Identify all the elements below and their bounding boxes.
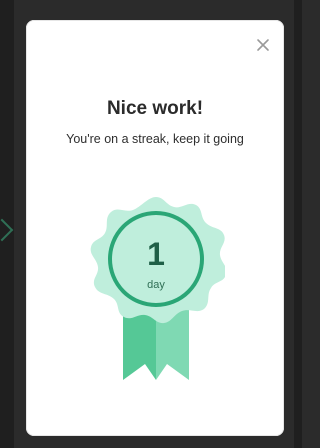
streak-count: 1 [147,236,165,272]
close-icon[interactable] [254,36,272,54]
streak-unit: day [147,279,165,291]
streak-badge: 1 day [87,190,225,390]
modal-subtitle: You're on a streak, keep it going [66,132,244,146]
right-edge [294,0,302,448]
modal-title: Nice work! [106,98,204,119]
streak-modal: Nice work! You're on a streak, keep it g… [26,20,284,436]
